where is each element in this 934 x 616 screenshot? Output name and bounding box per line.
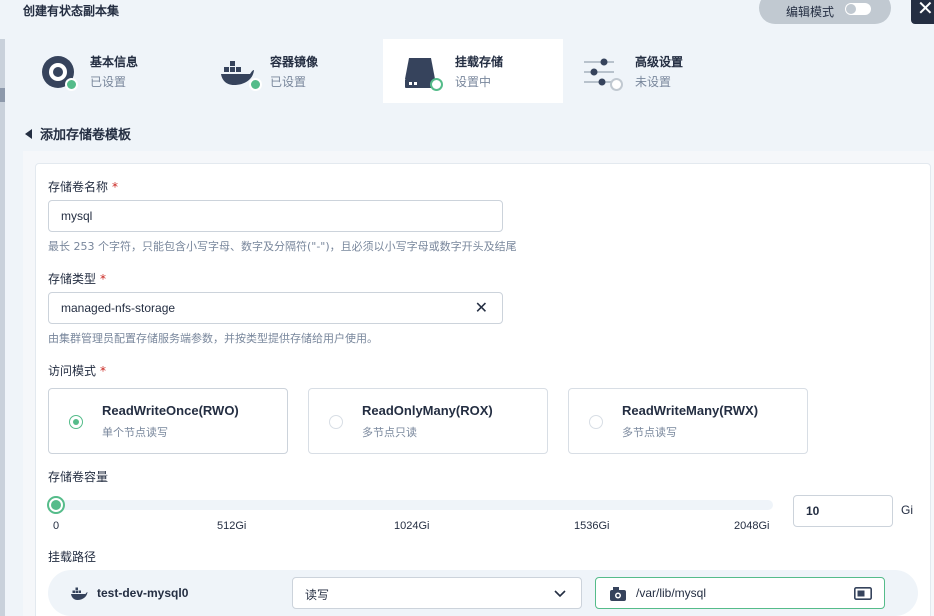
tab-basic-info[interactable]: 基本信息 已设置 — [23, 39, 183, 103]
step-status-dot — [430, 78, 443, 91]
step-name: 基本信息 — [90, 55, 139, 69]
mount-mode-select[interactable]: 读写 — [292, 577, 582, 609]
capacity-unit: Gi — [901, 503, 913, 517]
terminal-icon[interactable] — [854, 587, 872, 600]
mount-mode-value: 读写 — [305, 588, 330, 602]
access-mode-rwx[interactable]: ReadWriteMany(RWX) 多节点读写 — [568, 388, 808, 454]
access-mode-desc: 多节点只读 — [362, 426, 417, 439]
step-status-dot — [610, 78, 623, 91]
step-status-dot — [65, 78, 78, 91]
slider-tick-label: 1536Gi — [574, 520, 610, 532]
access-label: 访问模式 * — [48, 362, 106, 379]
storage-disk-icon — [610, 587, 626, 601]
radio-selected-icon[interactable] — [69, 415, 83, 429]
access-mode-rwo[interactable]: ReadWriteOnce(RWO) 单个节点读写 — [48, 388, 288, 454]
step-status: 已设置 — [270, 75, 307, 89]
close-button[interactable]: ✕ — [911, 0, 934, 24]
edit-mode-toggle[interactable]: 编辑模式 — [759, 0, 891, 24]
name-hint: 最长 253 个字符，只能包含小写字母、数字及分隔符("-")，且必须以小写字母… — [48, 240, 517, 253]
step-name: 高级设置 — [635, 55, 684, 69]
name-label-text: 存储卷名称 — [48, 180, 109, 194]
step-status: 已设置 — [90, 75, 127, 89]
storage-class-select[interactable]: managed-nfs-storage ✕ — [48, 292, 503, 324]
back-label: 添加存储卷模板 — [40, 128, 132, 143]
class-label-text: 存储类型 — [48, 272, 97, 286]
required-mark: * — [100, 364, 107, 378]
required-mark: * — [112, 180, 119, 194]
slider-tick-label: 2048Gi — [734, 520, 770, 532]
capacity-value: 10 — [806, 504, 820, 518]
slider-tick-label: 512Gi — [217, 520, 247, 532]
slider-tick-label: 1024Gi — [394, 520, 430, 532]
step-status: 未设置 — [635, 75, 672, 89]
mount-path-value: /var/lib/mysql — [636, 586, 707, 600]
access-mode-desc: 单个节点读写 — [102, 426, 168, 439]
slider-tick-label: 0 — [53, 520, 60, 532]
capacity-slider-track[interactable] — [56, 500, 773, 510]
access-label-text: 访问模式 — [48, 364, 97, 378]
modal-header: 创建有状态副本集 编辑模式 ✕ — [0, 0, 934, 39]
capacity-label: 存储卷容量 — [48, 470, 109, 484]
access-mode-desc: 多节点读写 — [622, 426, 677, 439]
access-mode-title: ReadOnlyMany(ROX) — [362, 403, 493, 418]
access-mode-title: ReadWriteMany(RWX) — [622, 403, 759, 418]
access-mode-rox[interactable]: ReadOnlyMany(ROX) 多节点只读 — [308, 388, 548, 454]
step-tabs: 基本信息 已设置 容器镜像 已设置 挂载存储 设置中 高级设置 未设置 — [5, 39, 934, 103]
storage-class-value: managed-nfs-storage — [61, 301, 176, 315]
tab-container-image[interactable]: 容器镜像 已设置 — [203, 39, 381, 103]
step-name: 挂载存储 — [455, 55, 504, 69]
step-name: 容器镜像 — [270, 55, 319, 69]
close-icon: ✕ — [917, 0, 934, 20]
page-title: 创建有状态副本集 — [23, 4, 120, 18]
mount-label: 挂载路径 — [48, 550, 97, 564]
volume-name-value: mysql — [61, 209, 93, 223]
toggle-switch[interactable] — [845, 3, 871, 15]
step-status: 设置中 — [455, 75, 492, 89]
radio-icon[interactable] — [329, 415, 343, 429]
class-hint: 由集群管理员配置存储服务端参数，并按类型提供存储给用户使用。 — [48, 332, 378, 345]
volume-name-input[interactable]: mysql — [48, 200, 503, 232]
name-label: 存储卷名称 * — [48, 178, 118, 195]
back-link[interactable]: 添加存储卷模板 — [25, 124, 131, 143]
access-mode-title: ReadWriteOnce(RWO) — [102, 403, 239, 418]
clear-icon[interactable]: ✕ — [475, 298, 488, 317]
mount-path-input[interactable]: /var/lib/mysql — [595, 577, 885, 609]
capacity-slider-handle[interactable] — [47, 496, 65, 514]
container-name: test-dev-mysql0 — [97, 586, 189, 600]
step-status-dot — [249, 78, 262, 91]
radio-icon[interactable] — [589, 415, 603, 429]
toggle-knob — [846, 4, 856, 14]
tab-mount-storage[interactable]: 挂载存储 设置中 — [383, 39, 563, 103]
required-mark: * — [100, 272, 107, 286]
class-label: 存储类型 * — [48, 270, 106, 287]
docker-whale-icon — [71, 587, 88, 600]
back-arrow-icon — [25, 129, 32, 139]
chevron-down-icon — [554, 590, 566, 598]
edit-mode-label: 编辑模式 — [786, 5, 835, 19]
tab-advanced-settings[interactable]: 高级设置 未设置 — [563, 39, 743, 103]
capacity-input[interactable]: 10 — [793, 495, 893, 527]
